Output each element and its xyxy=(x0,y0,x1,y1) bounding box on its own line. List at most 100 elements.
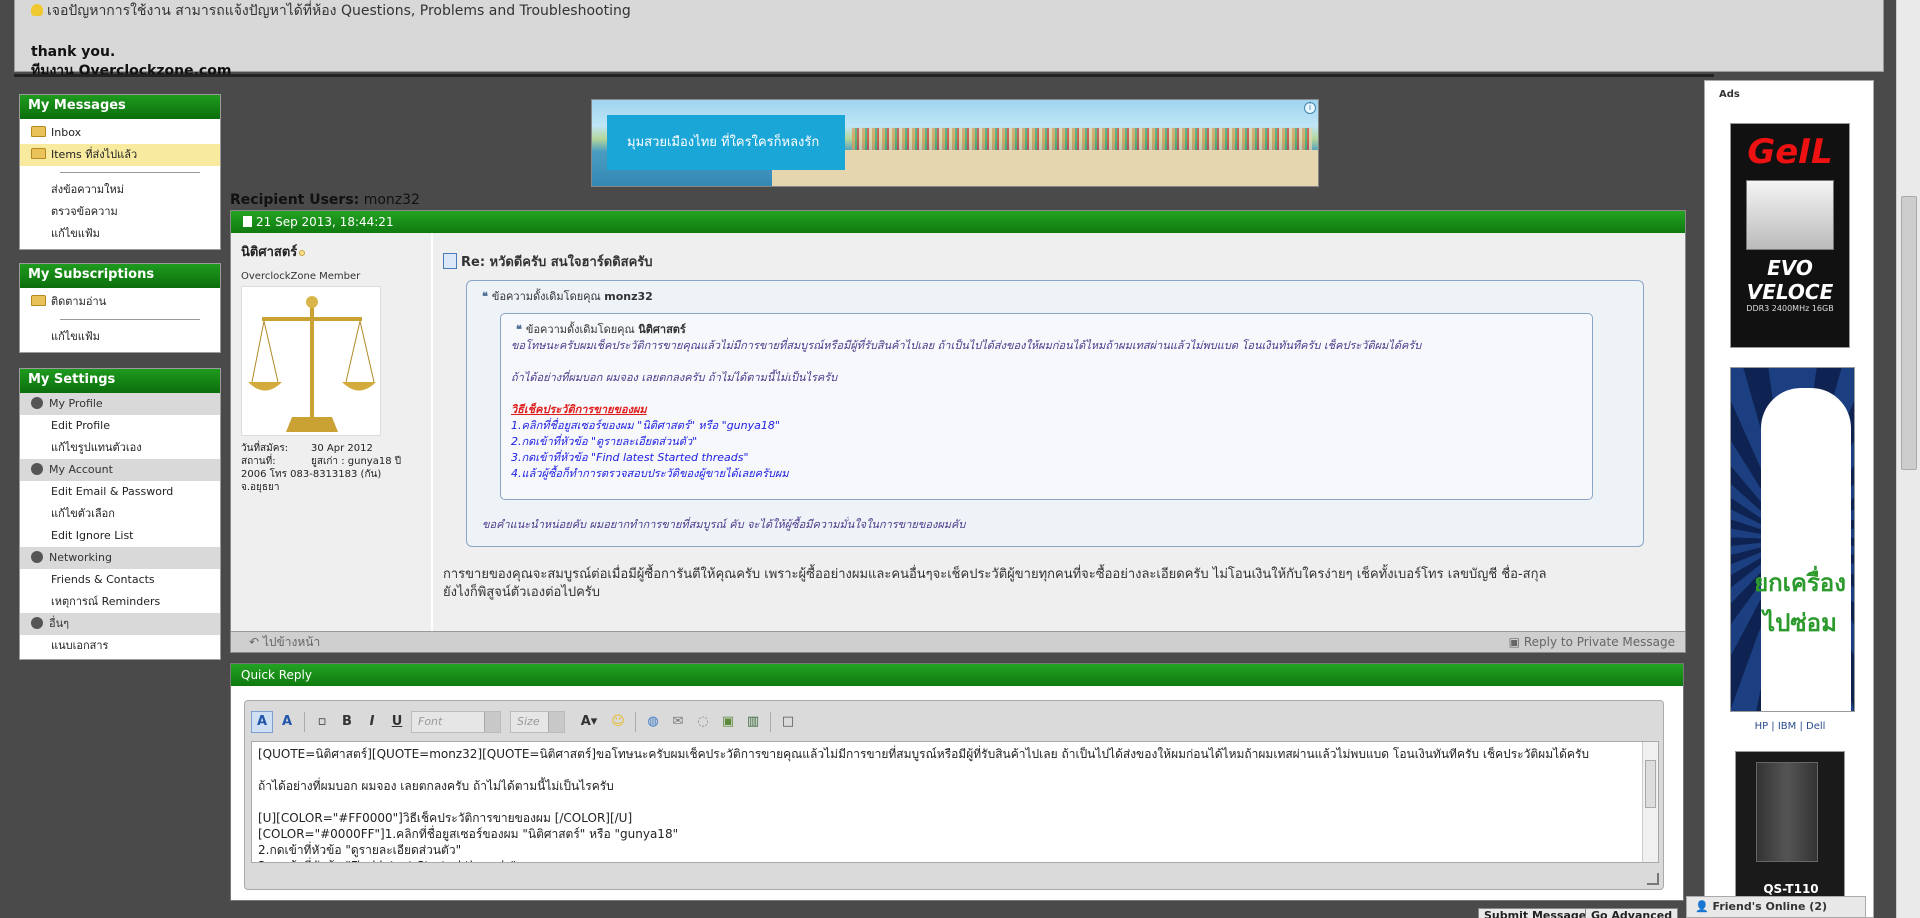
sidebar-link-edit-profile[interactable]: Edit Profile xyxy=(20,415,220,437)
recipient-value[interactable]: monz32 xyxy=(364,192,420,208)
join-date-label: วันที่สมัคร: xyxy=(241,443,289,454)
repair-service-ad[interactable]: ยกเครื่อง ไปซ่อม xyxy=(1730,367,1855,712)
memory-module-image xyxy=(1746,180,1834,250)
textarea-scrollbar[interactable] xyxy=(1642,742,1658,862)
sidebar-link-edit-ignore-list[interactable]: Edit Ignore List xyxy=(20,525,220,547)
ad-model-label: QS-T110 xyxy=(1763,882,1819,896)
source-mode-icon[interactable]: A xyxy=(276,711,298,733)
sidebar-link-edit-avatar[interactable]: แก้ไขรูปแทนตัวเอง xyxy=(20,437,220,459)
my-subscriptions-panel: My Subscriptions ติดตามอ่าน แก้ไขแฟ้ม xyxy=(19,263,221,353)
server-ad[interactable]: QS-T110 xyxy=(1735,751,1845,901)
sidebar-link-edit-subscription-folders[interactable]: แก้ไขแฟ้ม xyxy=(20,326,220,348)
underline-icon[interactable]: U xyxy=(386,711,408,733)
my-messages-header[interactable]: My Messages xyxy=(20,95,220,119)
resize-grip-icon[interactable] xyxy=(1647,873,1659,885)
sidebar-item-subscribed[interactable]: ติดตามอ่าน xyxy=(20,291,220,313)
instruction-step: 1.คลิกที่ชื่อยูสเซอร์ของผม "นิติศาสตร์" … xyxy=(511,419,780,432)
geil-memory-ad[interactable]: GeIL EVO VELOCE DDR3 2400MHz 16GB xyxy=(1730,123,1850,348)
quote-author[interactable]: monz32 xyxy=(604,290,653,303)
my-settings-header[interactable]: My Settings xyxy=(20,369,220,393)
ad-text: ยกเครื่อง ไปซ่อม xyxy=(1754,569,1846,637)
online-status-icon xyxy=(299,250,306,256)
quote-author[interactable]: นิติศาสตร์ xyxy=(638,323,686,336)
sidebar-link-reminders[interactable]: เหตุการณ์ Reminders xyxy=(20,591,220,613)
quote-inner-text: ขอโทษนะครับผมเช็คประวัติการขายคุณแล้วไม่… xyxy=(511,339,1422,480)
quote-outer-text: ขอคำแนะนำหน่อยคับ ผมอยากทำการขายที่สมบูร… xyxy=(482,518,966,531)
submit-message-button[interactable]: Submit Message xyxy=(1478,908,1593,918)
instruction-step: 4.แล้วผู้ซื้อก็ทำการตรวจสอบประวัติของผู้… xyxy=(511,467,789,480)
sidebar-link-attachments[interactable]: แนบเอกสาร xyxy=(20,635,220,657)
user-icon: 👤 xyxy=(1695,900,1709,913)
quick-reply-panel: Quick Reply A A ▫ B I U Font Size A▾ ☺ ◍… xyxy=(230,663,1684,901)
ad-spec: DDR3 2400MHz 16GB xyxy=(1746,304,1834,313)
sidebar-item-inbox[interactable]: Inbox xyxy=(20,122,220,144)
scales-of-justice-icon xyxy=(248,296,376,432)
divider xyxy=(304,712,305,732)
scrollbar-thumb[interactable] xyxy=(1901,196,1917,470)
settings-category-account: My Account xyxy=(20,459,220,481)
page-scrollbar[interactable] xyxy=(1896,0,1920,918)
post-date: 21 Sep 2013, 18:44:21 xyxy=(256,215,394,229)
announcement-signature: ทีมงาน Overclockzone.com xyxy=(31,63,232,79)
settings-category-misc: อื่นๆ xyxy=(20,613,220,635)
bold-icon[interactable]: B xyxy=(336,711,358,733)
wysiwyg-mode-icon[interactable]: A xyxy=(251,711,273,733)
folder-icon xyxy=(31,148,46,159)
private-message-post: 21 Sep 2013, 18:44:21 นิติศาสตร์ Overclo… xyxy=(230,210,1686,653)
reply-to-private-message-link[interactable]: ▣ Reply to Private Message xyxy=(1509,632,1675,652)
sidebar-link-edit-email-password[interactable]: Edit Email & Password xyxy=(20,481,220,503)
sidebar-link-new-message[interactable]: ส่งข้อความใหม่ xyxy=(20,179,220,201)
sidebar-link-check-messages[interactable]: ตรวจข้อความ xyxy=(20,201,220,223)
quote-block-inner: ❝ ข้อความดั้งเดิมโดยคุณ นิติศาสตร์ ขอโทษน… xyxy=(500,313,1593,500)
forward-link[interactable]: ↶ ไปข้างหน้า xyxy=(249,632,320,652)
recipient-users: Recipient Users: monz32 xyxy=(230,192,420,208)
quick-reply-textarea[interactable]: [QUOTE=นิติศาสตร์][QUOTE=monz32][QUOTE=น… xyxy=(251,741,1659,863)
banner-ad[interactable]: มุมสวยเมืองไทย ที่ใครใครก็หลงรัก i xyxy=(591,99,1319,187)
quote-icon[interactable]: □ xyxy=(777,711,799,733)
size-select[interactable]: Size xyxy=(510,711,565,733)
location-value-continued: 2006 โทร 083-8313183 (กัน) จ.อยุธยา xyxy=(241,469,382,493)
user-icon xyxy=(31,397,43,409)
my-subscriptions-header[interactable]: My Subscriptions xyxy=(20,264,220,288)
banner-caption: มุมสวยเมืองไทย ที่ใครใครก็หลงรัก xyxy=(607,115,845,170)
chevron-down-icon xyxy=(484,712,500,732)
font-select[interactable]: Font xyxy=(411,711,501,733)
italic-icon[interactable]: I xyxy=(361,711,383,733)
go-advanced-button[interactable]: Go Advanced xyxy=(1585,908,1679,918)
username[interactable]: นิติศาสตร์ xyxy=(241,245,297,260)
avatar[interactable] xyxy=(241,286,381,436)
divider xyxy=(60,319,200,320)
ad-product-line: EVO VELOCE xyxy=(1746,256,1834,304)
email-icon[interactable]: ✉ xyxy=(667,711,689,733)
ad-brand: GeIL xyxy=(1747,132,1833,172)
text-color-icon[interactable]: A▾ xyxy=(574,711,604,733)
back-arrow-icon: ↶ xyxy=(249,635,260,649)
sidebar-item-sent[interactable]: Items ที่ส่งไปแล้ว xyxy=(20,144,220,166)
quote-head-label: ข้อความดั้งเดิมโดยคุณ xyxy=(525,323,635,336)
check-history-heading: วิธีเช็คประวัติการขายของผม xyxy=(511,403,647,416)
friends-online-bar[interactable]: 👤 Friend's Online (2) xyxy=(1686,896,1866,918)
image-icon[interactable]: ▣ xyxy=(717,711,739,733)
join-date-value: 30 Apr 2012 xyxy=(311,443,373,454)
location-value: ยูสเก่า : gunya18 ปี xyxy=(311,456,402,467)
sidebar-link-edit-folders[interactable]: แก้ไขแฟ้ม xyxy=(20,223,220,245)
remove-format-icon[interactable]: ▫ xyxy=(311,711,333,733)
quote-icon: ❝ xyxy=(482,290,488,303)
link-icon[interactable]: ◍ xyxy=(642,711,664,733)
unlink-icon[interactable]: ◌ xyxy=(692,711,714,733)
ad-brand-links[interactable]: HP | IBM | Dell xyxy=(1705,721,1875,732)
sidebar-link-friends-contacts[interactable]: Friends & Contacts xyxy=(20,569,220,591)
divider xyxy=(635,712,636,732)
smiley-icon[interactable]: ☺ xyxy=(607,711,629,733)
post-reply-text: การขายของคุณจะสมบูรณ์ต่อเมื่อมีผู้ซื้อกา… xyxy=(443,567,1547,600)
divider xyxy=(770,712,771,732)
ad-info-icon[interactable]: i xyxy=(1304,102,1316,114)
scrollbar-thumb[interactable] xyxy=(1645,760,1656,808)
post-footer: ↶ ไปข้างหน้า ▣ Reply to Private Message xyxy=(231,631,1685,652)
folder-icon xyxy=(31,126,46,137)
announcement-thanks: thank you. xyxy=(31,44,116,60)
post-header: 21 Sep 2013, 18:44:21 xyxy=(231,211,1685,233)
video-icon[interactable]: ▥ xyxy=(742,711,764,733)
document-icon xyxy=(243,216,252,227)
sidebar-link-edit-options[interactable]: แก้ไขตัวเลือก xyxy=(20,503,220,525)
